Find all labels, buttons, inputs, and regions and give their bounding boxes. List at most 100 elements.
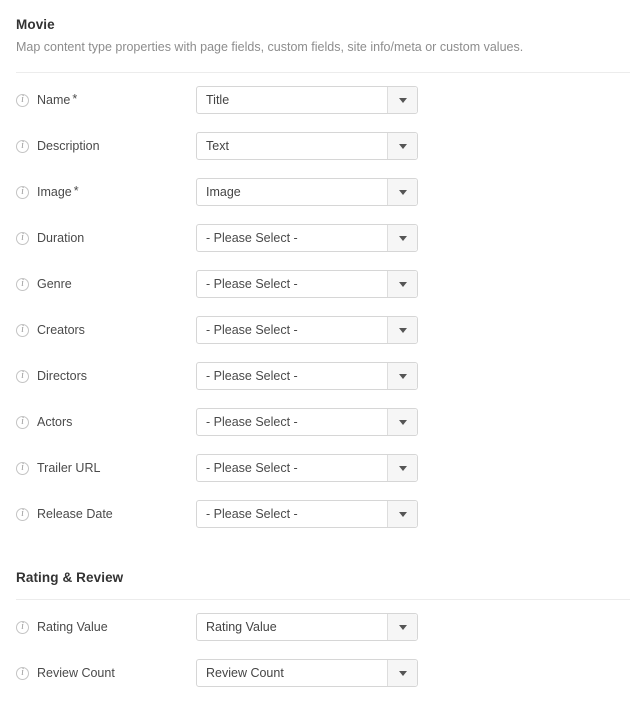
select-value: - Please Select - xyxy=(197,317,387,343)
table-row: i Description Text xyxy=(16,123,630,169)
select-dropdown-button[interactable] xyxy=(387,87,417,113)
info-icon[interactable]: i xyxy=(16,323,29,337)
table-row: i Release Date - Please Select - xyxy=(16,491,630,537)
select-dropdown-button[interactable] xyxy=(387,409,417,435)
select-value: Image xyxy=(197,179,387,205)
page-title: Movie xyxy=(16,17,55,32)
select-dropdown-button[interactable] xyxy=(387,133,417,159)
field-label-cell: i Rating Value xyxy=(16,619,196,635)
table-row: i Actors - Please Select - xyxy=(16,399,630,445)
field-mapping-list-movie: i Name * Title i Description Text i Imag… xyxy=(16,73,630,537)
field-label: Release Date xyxy=(37,507,113,521)
table-row: i Name * Title xyxy=(16,77,630,123)
chevron-down-icon xyxy=(398,281,407,287)
table-row: i Directors - Please Select - xyxy=(16,353,630,399)
field-label: Review Count xyxy=(37,666,115,680)
select-value: Rating Value xyxy=(197,614,387,640)
required-marker: * xyxy=(72,92,78,106)
section-subtitle: Map content type properties with page fi… xyxy=(16,40,524,54)
mapping-select-release-date[interactable]: - Please Select - xyxy=(196,500,418,528)
field-label-cell: i Trailer URL xyxy=(16,460,196,476)
field-label-cell: i Description xyxy=(16,138,196,154)
chevron-down-icon xyxy=(398,511,407,517)
select-value: - Please Select - xyxy=(197,271,387,297)
field-label: Image xyxy=(37,185,72,199)
select-dropdown-button[interactable] xyxy=(387,660,417,686)
table-row: i Trailer URL - Please Select - xyxy=(16,445,630,491)
section-title: Rating & Review xyxy=(16,570,124,585)
select-value: - Please Select - xyxy=(197,363,387,389)
field-label-cell: i Duration xyxy=(16,230,196,246)
info-icon[interactable]: i xyxy=(16,231,29,245)
mapping-select-image[interactable]: Image xyxy=(196,178,418,206)
select-dropdown-button[interactable] xyxy=(387,455,417,481)
content-type-mapping-panel: Movie Map content type properties with p… xyxy=(0,0,630,707)
info-icon[interactable]: i xyxy=(16,507,29,521)
info-icon[interactable]: i xyxy=(16,185,29,199)
table-row: i Rating Value Rating Value xyxy=(16,604,630,650)
field-label-cell: i Directors xyxy=(16,368,196,384)
chevron-down-icon xyxy=(398,97,407,103)
chevron-down-icon xyxy=(398,373,407,379)
table-row: i Image * Image xyxy=(16,169,630,215)
chevron-down-icon xyxy=(398,235,407,241)
select-value: - Please Select - xyxy=(197,409,387,435)
section-header-movie: Movie Map content type properties with p… xyxy=(16,0,630,56)
select-value: - Please Select - xyxy=(197,455,387,481)
select-dropdown-button[interactable] xyxy=(387,501,417,527)
mapping-select-duration[interactable]: - Please Select - xyxy=(196,224,418,252)
required-marker: * xyxy=(73,184,79,198)
chevron-down-icon xyxy=(398,189,407,195)
field-label: Name xyxy=(37,93,71,107)
chevron-down-icon xyxy=(398,143,407,149)
info-icon[interactable]: i xyxy=(16,620,29,634)
info-icon[interactable]: i xyxy=(16,93,29,107)
field-label-cell: i Name * xyxy=(16,92,196,108)
mapping-select-directors[interactable]: - Please Select - xyxy=(196,362,418,390)
chevron-down-icon xyxy=(398,327,407,333)
mapping-select-creators[interactable]: - Please Select - xyxy=(196,316,418,344)
select-value: Review Count xyxy=(197,660,387,686)
field-label-cell: i Creators xyxy=(16,322,196,338)
section-header-rating-review: Rating & Review xyxy=(16,557,630,587)
table-row: i Review Count Review Count xyxy=(16,650,630,696)
mapping-select-genre[interactable]: - Please Select - xyxy=(196,270,418,298)
mapping-select-name[interactable]: Title xyxy=(196,86,418,114)
field-label: Rating Value xyxy=(37,620,108,634)
select-dropdown-button[interactable] xyxy=(387,179,417,205)
field-mapping-list-rating-review: i Rating Value Rating Value i Review Cou… xyxy=(16,600,630,696)
info-icon[interactable]: i xyxy=(16,369,29,383)
field-label: Actors xyxy=(37,415,73,429)
mapping-select-trailer-url[interactable]: - Please Select - xyxy=(196,454,418,482)
info-icon[interactable]: i xyxy=(16,277,29,291)
chevron-down-icon xyxy=(398,624,407,630)
field-label: Trailer URL xyxy=(37,461,101,475)
chevron-down-icon xyxy=(398,670,407,676)
mapping-select-review-count[interactable]: Review Count xyxy=(196,659,418,687)
mapping-select-description[interactable]: Text xyxy=(196,132,418,160)
table-row: i Creators - Please Select - xyxy=(16,307,630,353)
select-dropdown-button[interactable] xyxy=(387,363,417,389)
info-icon[interactable]: i xyxy=(16,415,29,429)
field-label-cell: i Actors xyxy=(16,414,196,430)
select-value: - Please Select - xyxy=(197,225,387,251)
select-dropdown-button[interactable] xyxy=(387,317,417,343)
chevron-down-icon xyxy=(398,465,407,471)
mapping-select-actors[interactable]: - Please Select - xyxy=(196,408,418,436)
info-icon[interactable]: i xyxy=(16,461,29,475)
info-icon[interactable]: i xyxy=(16,666,29,680)
select-dropdown-button[interactable] xyxy=(387,614,417,640)
mapping-select-rating-value[interactable]: Rating Value xyxy=(196,613,418,641)
select-dropdown-button[interactable] xyxy=(387,271,417,297)
table-row: i Genre - Please Select - xyxy=(16,261,630,307)
info-icon[interactable]: i xyxy=(16,139,29,153)
field-label: Creators xyxy=(37,323,85,337)
select-value: Title xyxy=(197,87,387,113)
field-label: Directors xyxy=(37,369,88,383)
field-label-cell: i Image * xyxy=(16,184,196,200)
chevron-down-icon xyxy=(398,419,407,425)
select-dropdown-button[interactable] xyxy=(387,225,417,251)
field-label-cell: i Release Date xyxy=(16,506,196,522)
table-row: i Duration - Please Select - xyxy=(16,215,630,261)
